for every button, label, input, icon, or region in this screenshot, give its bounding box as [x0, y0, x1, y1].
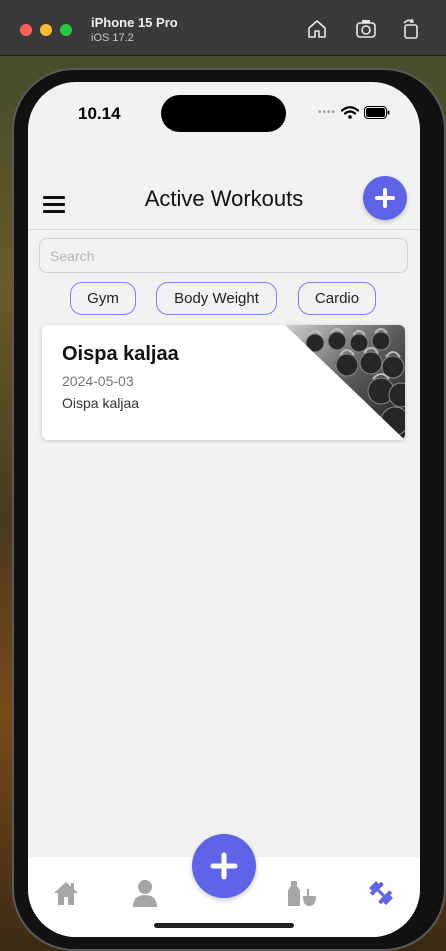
workout-date: 2024-05-03 — [62, 373, 134, 389]
status-time: 10.14 — [78, 104, 121, 123]
home-icon[interactable] — [305, 17, 329, 41]
home-indicator[interactable] — [154, 923, 294, 928]
filter-chip-body-weight[interactable]: Body Weight — [156, 282, 277, 315]
search-input[interactable] — [39, 238, 408, 273]
filter-chip-gym[interactable]: Gym — [70, 282, 136, 315]
simulator-toolbar: iPhone 15 Pro iOS 17.2 — [0, 0, 446, 56]
page-title: Active Workouts — [144, 186, 304, 211]
app-header: Active Workouts — [28, 170, 420, 230]
rotate-icon[interactable] — [399, 17, 423, 41]
zoom-window-button[interactable] — [60, 24, 72, 36]
filter-chip-cardio[interactable]: Cardio — [298, 282, 376, 315]
profile-icon[interactable] — [129, 877, 161, 909]
app-screen: 10.14 •••• Active Workouts Gym Body Weig… — [28, 82, 420, 937]
minimize-window-button[interactable] — [40, 24, 52, 36]
add-workout-button[interactable] — [363, 176, 407, 220]
workout-card[interactable]: Oispa kaljaa 2024-05-03 Oispa kaljaa — [42, 325, 405, 440]
add-workout-tab-button[interactable] — [192, 834, 256, 898]
workouts-icon[interactable] — [365, 877, 397, 909]
workout-title: Oispa kaljaa — [62, 343, 179, 365]
plus-icon — [210, 852, 238, 880]
screenshot-icon[interactable] — [354, 17, 378, 41]
simulator-os-version: iOS 17.2 — [91, 32, 134, 44]
battery-icon — [364, 106, 390, 119]
workout-description: Oispa kaljaa — [62, 395, 140, 411]
simulator-device-name: iPhone 15 Pro — [91, 15, 178, 30]
dynamic-island — [161, 95, 286, 132]
wifi-icon — [341, 106, 359, 119]
signal-dots-icon: •••• — [317, 107, 336, 118]
status-icons: •••• — [318, 106, 390, 119]
nutrition-icon[interactable] — [286, 877, 318, 909]
home-icon[interactable] — [50, 877, 82, 909]
plus-icon — [375, 188, 395, 208]
close-window-button[interactable] — [20, 24, 32, 36]
kettlebells-photo — [285, 325, 405, 440]
